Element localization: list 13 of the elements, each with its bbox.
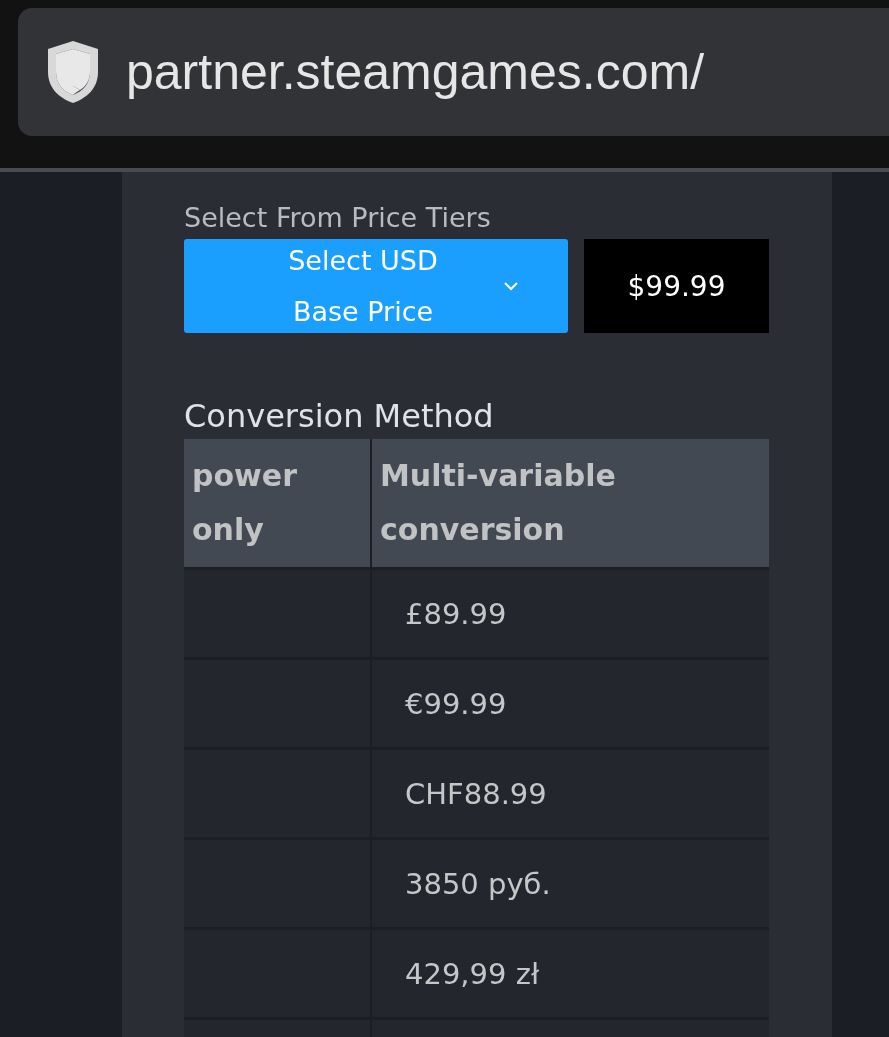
table-cell: 3850 руб. bbox=[372, 840, 769, 927]
address-bar[interactable]: partner.steamgames.com/ bbox=[18, 8, 889, 136]
column-header: power only bbox=[184, 439, 370, 567]
field-label: Select From Price Tiers bbox=[184, 202, 492, 233]
table-cell: CHF88.99 bbox=[372, 750, 769, 837]
price-display: $99.99 bbox=[584, 239, 769, 333]
table-cell: €99.99 bbox=[372, 660, 769, 747]
column-header: Multi-variable conversion bbox=[372, 439, 769, 567]
url-text: partner.steamgames.com/ bbox=[126, 43, 705, 101]
chevron-icon bbox=[503, 281, 519, 291]
section-label: Conversion Method bbox=[184, 397, 495, 435]
table-cell: 429,99 zł bbox=[372, 930, 769, 1017]
table-cell: £89.99 bbox=[372, 570, 769, 657]
